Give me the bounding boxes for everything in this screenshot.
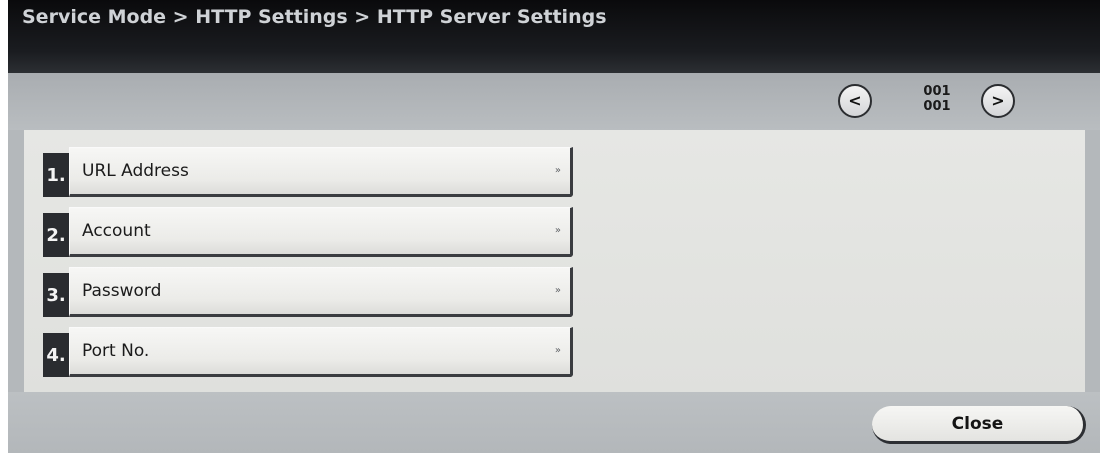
- settings-menu-panel: 1. URL Address » 2. Account » 3. Passwor…: [24, 130, 1085, 392]
- next-page-button[interactable]: >: [981, 84, 1015, 118]
- password-button[interactable]: Password »: [69, 267, 573, 317]
- chevron-right-icon: >: [991, 91, 1005, 110]
- item-label: URL Address: [82, 161, 189, 181]
- page-indicator: 001 001: [912, 84, 962, 114]
- chevron-left-icon: <: [848, 91, 862, 110]
- double-chevron-right-icon: »: [554, 285, 561, 296]
- double-chevron-right-icon: »: [554, 165, 561, 176]
- menu-item-account[interactable]: 2. Account »: [43, 207, 573, 257]
- item-label: Account: [82, 221, 151, 241]
- item-number-badge: 3.: [43, 273, 69, 317]
- url-address-button[interactable]: URL Address »: [69, 147, 573, 197]
- footer-bar: Close: [8, 392, 1100, 453]
- breadcrumb: Service Mode > HTTP Settings > HTTP Serv…: [22, 6, 607, 28]
- port-no-button[interactable]: Port No. »: [69, 327, 573, 377]
- item-number-badge: 1.: [43, 153, 69, 197]
- total-page-number: 001: [923, 99, 951, 114]
- item-number-badge: 2.: [43, 213, 69, 257]
- item-label: Password: [82, 281, 162, 301]
- close-button[interactable]: Close: [872, 406, 1086, 444]
- item-number-badge: 4.: [43, 333, 69, 377]
- menu-item-url-address[interactable]: 1. URL Address »: [43, 147, 573, 197]
- double-chevron-right-icon: »: [554, 225, 561, 236]
- menu-item-port-no[interactable]: 4. Port No. »: [43, 327, 573, 377]
- account-button[interactable]: Account »: [69, 207, 573, 257]
- current-page-number: 001: [923, 84, 951, 99]
- item-label: Port No.: [82, 341, 150, 361]
- pager-bar: < 001 001 >: [8, 73, 1100, 130]
- double-chevron-right-icon: »: [554, 345, 561, 356]
- touch-panel-screen: Service Mode > HTTP Settings > HTTP Serv…: [8, 0, 1100, 453]
- menu-item-password[interactable]: 3. Password »: [43, 267, 573, 317]
- header-bar: Service Mode > HTTP Settings > HTTP Serv…: [8, 0, 1100, 73]
- previous-page-button[interactable]: <: [838, 84, 872, 118]
